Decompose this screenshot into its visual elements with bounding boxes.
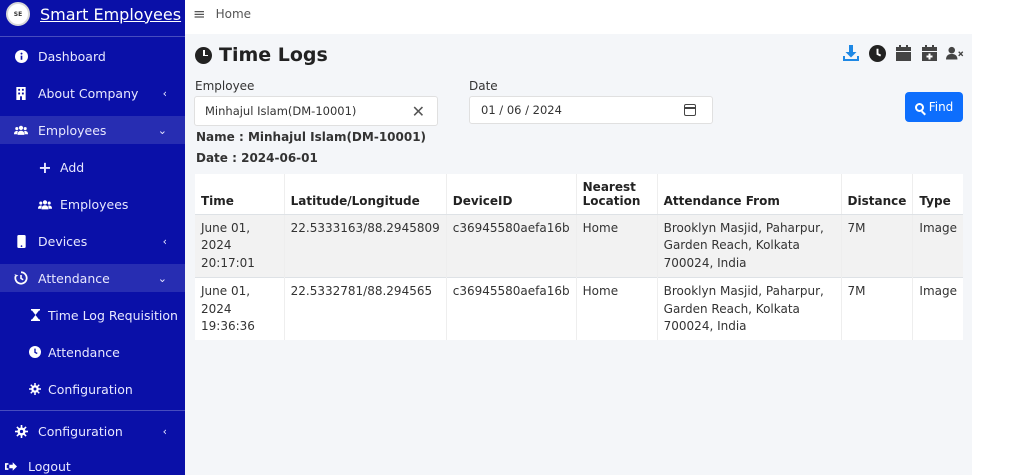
calendar-plus-icon[interactable] bbox=[920, 44, 938, 62]
brand-logo: SE bbox=[6, 2, 30, 26]
divider bbox=[0, 36, 185, 37]
gear-icon bbox=[14, 424, 28, 438]
divider bbox=[0, 410, 185, 411]
sidebar-item-add[interactable]: + Add bbox=[0, 153, 185, 181]
search-icon bbox=[914, 102, 924, 112]
cell-time: June 01, 2024 20:17:01 bbox=[195, 213, 285, 278]
chevron-down-icon: ⌄ bbox=[157, 123, 167, 137]
column-header[interactable]: Distance bbox=[841, 174, 914, 215]
sidebar-item-label: Dashboard bbox=[38, 48, 106, 64]
sidebar-item-employees[interactable]: Employees ⌄ bbox=[0, 116, 185, 144]
breadcrumb[interactable]: Home bbox=[216, 7, 251, 21]
sidebar-item-dashboard[interactable]: Dashboard bbox=[0, 42, 185, 70]
employee-select-value: Minhajul Islam(DM-10001) bbox=[205, 104, 357, 118]
sign-out-icon bbox=[4, 461, 18, 472]
column-header[interactable]: Type bbox=[912, 174, 963, 215]
building-icon bbox=[14, 86, 28, 100]
cell-device: c36945580aefa16b bbox=[446, 277, 577, 341]
calendar-icon[interactable] bbox=[894, 44, 912, 62]
mobile-icon bbox=[14, 234, 28, 248]
cell-type: Image bbox=[912, 213, 963, 278]
cell-device: c36945580aefa16b bbox=[446, 213, 577, 278]
cell-nearest: Home bbox=[576, 213, 658, 278]
chevron-left-icon: ‹ bbox=[162, 424, 167, 438]
sidebar-item-devices[interactable]: Devices ‹ bbox=[0, 227, 185, 255]
sidebar-item-label: Logout bbox=[28, 458, 71, 474]
sidebar-item-logout[interactable]: Logout bbox=[0, 452, 175, 475]
chevron-left-icon: ‹ bbox=[162, 234, 167, 248]
cell-nearest: Home bbox=[576, 277, 658, 341]
employee-name-info: Name : Minhajul Islam(DM-10001) bbox=[196, 130, 427, 144]
column-header[interactable]: Attendance From bbox=[657, 174, 842, 215]
gear-icon bbox=[28, 383, 42, 395]
clock-icon[interactable] bbox=[868, 44, 886, 62]
cell-time: June 01, 2024 19:36:36 bbox=[195, 277, 285, 341]
sidebar-item-about-company[interactable]: About Company ‹ bbox=[0, 79, 185, 107]
users-icon bbox=[38, 199, 52, 210]
hamburger-menu-icon[interactable]: ≡ bbox=[193, 5, 206, 23]
page-title: Time Logs bbox=[219, 44, 328, 66]
header-actions bbox=[842, 44, 964, 62]
sidebar-item-label: Employees bbox=[38, 122, 107, 138]
sidebar: SE Smart Employees Dashboard About Compa… bbox=[0, 0, 185, 475]
info-circle-icon bbox=[14, 49, 28, 63]
date-input[interactable]: 01 / 06 / 2024 bbox=[469, 96, 713, 124]
cell-from: Brooklyn Masjid, Paharpur, Garden Reach,… bbox=[657, 213, 842, 278]
chevron-down-icon: ⌄ bbox=[157, 271, 167, 285]
date-input-value: 01 / 06 / 2024 bbox=[481, 103, 562, 117]
chevron-left-icon: ‹ bbox=[162, 86, 167, 100]
user-times-icon[interactable] bbox=[946, 44, 964, 62]
hourglass-icon bbox=[28, 309, 42, 321]
sidebar-item-label: Attendance bbox=[38, 270, 110, 286]
sidebar-item-label: Devices bbox=[38, 233, 88, 249]
time-logs-table: Time Latitude/Longitude DeviceID Nearest… bbox=[195, 174, 963, 341]
cell-latlng: 22.5333163/88.2945809 bbox=[284, 213, 447, 278]
calendar-icon[interactable] bbox=[683, 104, 696, 116]
sidebar-item-label: Employees bbox=[60, 196, 129, 212]
date-info: Date : 2024-06-01 bbox=[196, 151, 318, 165]
sidebar-item-configuration[interactable]: Configuration ‹ bbox=[0, 417, 185, 445]
clear-icon[interactable]: ✕ bbox=[412, 102, 425, 121]
clock-icon bbox=[195, 46, 212, 64]
download-icon[interactable] bbox=[842, 44, 860, 62]
sidebar-item-label: Time Log Requisition bbox=[48, 307, 178, 323]
clock-icon bbox=[28, 346, 42, 358]
cell-type: Image bbox=[912, 277, 963, 341]
column-header[interactable]: Nearest Location bbox=[576, 174, 658, 215]
sidebar-item-label: Attendance bbox=[48, 344, 120, 360]
column-header[interactable]: Latitude/Longitude bbox=[284, 174, 447, 215]
find-button-label: Find bbox=[928, 100, 954, 114]
table-header-row: Time Latitude/Longitude DeviceID Nearest… bbox=[195, 174, 963, 215]
table-row[interactable]: June 01, 2024 19:36:36 22.5332781/88.294… bbox=[195, 277, 963, 341]
date-label: Date bbox=[469, 79, 498, 93]
sidebar-item-label: Add bbox=[60, 159, 85, 175]
sidebar-item-configuration-sub[interactable]: Configuration bbox=[0, 375, 185, 403]
sidebar-item-label: Configuration bbox=[48, 381, 133, 397]
brand[interactable]: SE Smart Employees bbox=[0, 0, 185, 28]
column-header[interactable]: DeviceID bbox=[446, 174, 577, 215]
page-header: Time Logs bbox=[195, 44, 328, 66]
employee-label: Employee bbox=[195, 79, 255, 93]
main-content: Time Logs Employee Minhajul Islam(DM-100… bbox=[185, 34, 972, 475]
topbar: ≡ Home bbox=[185, 0, 972, 28]
cell-latlng: 22.5332781/88.294565 bbox=[284, 277, 447, 341]
table-row[interactable]: June 01, 2024 20:17:01 22.5333163/88.294… bbox=[195, 213, 963, 278]
column-header[interactable]: Time bbox=[195, 174, 285, 215]
cell-distance: 7M bbox=[841, 213, 914, 278]
sidebar-item-attendance[interactable]: Attendance ⌄ bbox=[0, 264, 185, 292]
sidebar-item-label: Configuration bbox=[38, 423, 123, 439]
history-icon bbox=[14, 271, 28, 285]
brand-title[interactable]: Smart Employees bbox=[40, 5, 181, 24]
sidebar-item-label: About Company bbox=[38, 85, 139, 101]
sidebar-item-time-log-requisition[interactable]: Time Log Requisition bbox=[0, 301, 185, 329]
sidebar-item-employees-list[interactable]: Employees bbox=[0, 190, 185, 218]
cell-distance: 7M bbox=[841, 277, 914, 341]
users-icon bbox=[14, 124, 28, 136]
find-button[interactable]: Find bbox=[905, 92, 963, 122]
plus-icon: + bbox=[38, 157, 52, 177]
employee-select[interactable]: Minhajul Islam(DM-10001) ✕ bbox=[194, 96, 438, 126]
cell-from: Brooklyn Masjid, Paharpur, Garden Reach,… bbox=[657, 277, 842, 341]
sidebar-item-attendance-sub[interactable]: Attendance bbox=[0, 338, 185, 366]
